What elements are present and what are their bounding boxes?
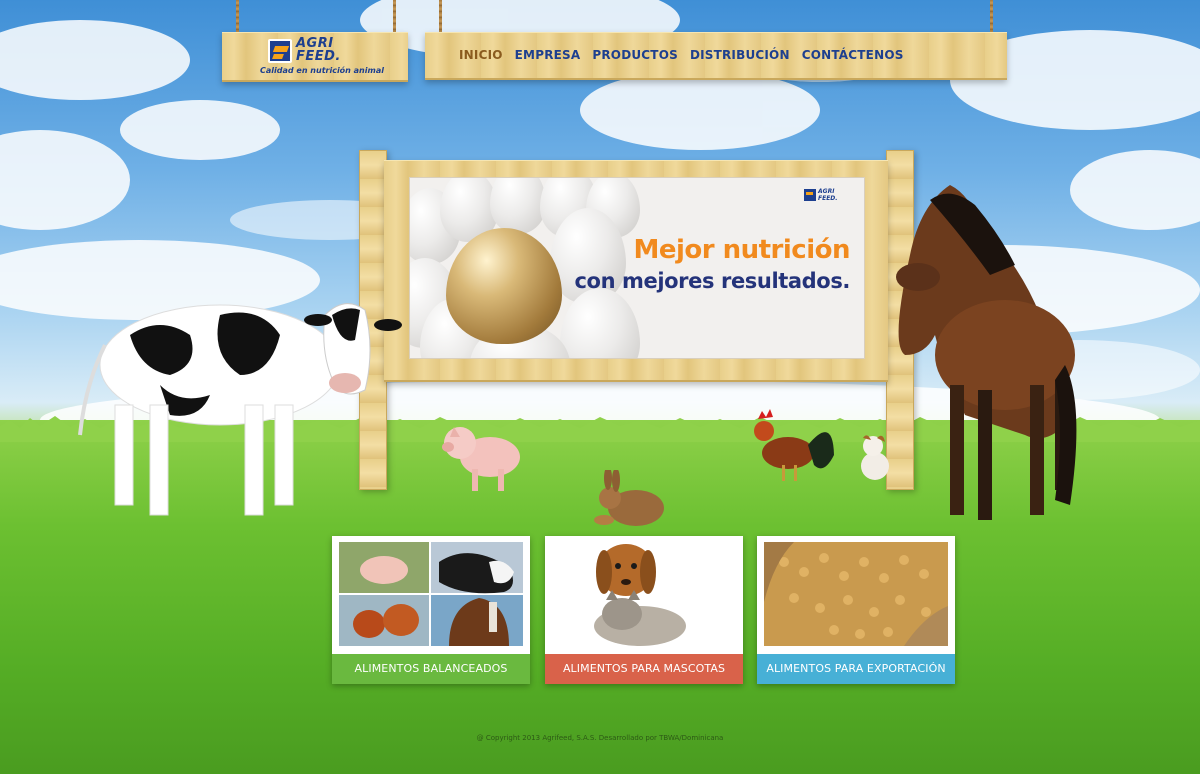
card-alimentos-mascotas-label: ALIMENTOS PARA MASCOTAS xyxy=(545,654,743,684)
dog-and-cat-image xyxy=(552,542,736,646)
banner-logo-line1: AGRI xyxy=(818,188,835,195)
nav-plank: INICIO EMPRESA PRODUCTOS DISTRIBUCIÓN CO… xyxy=(425,32,1007,80)
egg xyxy=(490,178,546,234)
banner-logo-mark xyxy=(804,189,816,201)
brand-logo-mark xyxy=(268,39,292,63)
footer-copyright: @ Copyright 2013 Agrifeed, S.A.S. Desarr… xyxy=(476,734,724,742)
brand-name-line2: FEED. xyxy=(296,49,341,64)
logo-plank: AGRI FEED. Calidad en nutrición animal xyxy=(222,32,408,82)
dog-image xyxy=(861,435,889,480)
cow-image xyxy=(78,303,402,516)
card-alimentos-exportacion[interactable]: ALIMENTOS PARA EXPORTACIÓN xyxy=(757,536,955,684)
hero-banner[interactable]: AGRI FEED. Mejor nutrición con mejores r… xyxy=(409,177,865,359)
brand-tagline: Calidad en nutrición animal xyxy=(260,66,384,75)
horse-image xyxy=(896,185,1077,520)
golden-egg xyxy=(446,228,562,344)
nav-item-empresa[interactable]: EMPRESA xyxy=(515,48,581,62)
rabbit-image xyxy=(594,470,664,526)
rope xyxy=(236,0,239,34)
brand-logo[interactable]: AGRI FEED. Calidad en nutrición animal xyxy=(260,37,392,79)
nav-item-contactenos[interactable]: CONTÁCTENOS xyxy=(802,48,904,62)
pig-image xyxy=(442,427,520,491)
banner-headline-2: con mejores resultados. xyxy=(574,269,851,293)
banner-logo: AGRI FEED. xyxy=(804,188,850,204)
card-alimentos-exportacion-label: ALIMENTOS PARA EXPORTACIÓN xyxy=(757,654,955,684)
main-nav: INICIO EMPRESA PRODUCTOS DISTRIBUCIÓN CO… xyxy=(459,48,916,62)
banner-logo-line2: FEED. xyxy=(818,195,838,202)
card-alimentos-balanceados-label: ALIMENTOS BALANCEADOS xyxy=(332,654,530,684)
feed-pellets-image xyxy=(764,542,948,646)
nav-item-distribucion[interactable]: DISTRIBUCIÓN xyxy=(690,48,790,62)
rope xyxy=(393,0,396,34)
banner-logo-text: AGRI FEED. xyxy=(818,188,838,202)
nav-item-productos[interactable]: PRODUCTOS xyxy=(592,48,678,62)
rooster-image xyxy=(754,409,834,481)
rope xyxy=(439,0,442,34)
rope xyxy=(990,0,993,34)
farm-animals-collage-image xyxy=(339,542,523,646)
card-alimentos-balanceados[interactable]: ALIMENTOS BALANCEADOS xyxy=(332,536,530,684)
nav-item-inicio[interactable]: INICIO xyxy=(459,48,503,62)
card-alimentos-mascotas[interactable]: ALIMENTOS PARA MASCOTAS xyxy=(545,536,743,684)
banner-headline-1: Mejor nutrición xyxy=(633,235,850,265)
brand-name: AGRI FEED. xyxy=(296,37,341,63)
